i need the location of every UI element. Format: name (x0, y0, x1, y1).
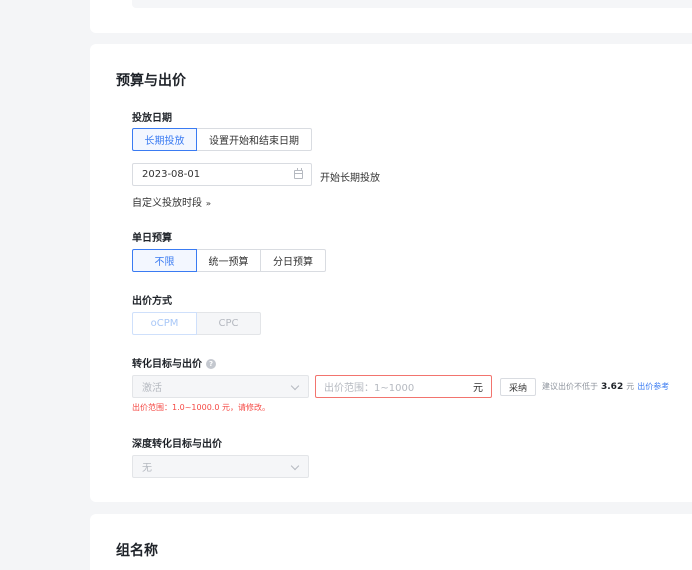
suggestion-unit: 元 (626, 382, 635, 391)
bid-price-unit: 元 (473, 383, 483, 394)
daily-budget-option-unlimited[interactable]: 不限 (132, 249, 197, 272)
question-icon[interactable]: ? (206, 359, 216, 369)
previous-section-field (132, 0, 692, 8)
daily-budget-option-daily[interactable]: 分日预算 (260, 249, 326, 272)
adopt-button[interactable]: 采纳 (500, 378, 537, 396)
group-name-card: 组名称 (90, 514, 692, 570)
conversion-target-value: 激活 (142, 383, 162, 394)
custom-period-toggle[interactable]: 自定义投放时段» (132, 194, 211, 209)
schedule-option-long-term[interactable]: 长期投放 (132, 128, 197, 151)
double-chevron-down-icon: » (205, 199, 212, 208)
start-note: 开始长期投放 (320, 173, 380, 184)
bid-method-label: 出价方式 (132, 296, 172, 307)
daily-budget-segmented: 不限 统一预算 分日预算 (132, 249, 326, 272)
start-date-value: 2023-08-01 (142, 169, 201, 180)
calendar-icon (294, 168, 303, 179)
chevron-down-icon (290, 461, 300, 471)
schedule-option-date-range[interactable]: 设置开始和结束日期 (196, 128, 312, 151)
deep-conversion-select[interactable]: 无 (132, 455, 309, 478)
previous-section-card (90, 0, 692, 33)
budget-section-title: 预算与出价 (116, 73, 186, 89)
bid-price-placeholder: 出价范围：1~1000 (324, 383, 415, 394)
conversion-label-text: 转化目标与出价 (132, 359, 202, 370)
suggestion-value: 3.62 (601, 381, 624, 392)
bid-method-option-cpc[interactable]: CPC (196, 312, 261, 335)
suggestion-prefix: 建议出价不低于 (542, 382, 598, 391)
custom-period-label: 自定义投放时段 (132, 198, 202, 209)
daily-budget-label: 单日预算 (132, 233, 172, 244)
bid-method-segmented: oCPM CPC (132, 312, 261, 335)
bid-method-option-ocpm[interactable]: oCPM (132, 312, 197, 335)
conversion-target-select[interactable]: 激活 (132, 375, 309, 398)
schedule-label: 投放日期 (132, 113, 172, 124)
bid-reference-link[interactable]: 出价参考 (637, 381, 669, 392)
daily-budget-option-uniform[interactable]: 统一预算 (196, 249, 261, 272)
schedule-segmented: 长期投放 设置开始和结束日期 (132, 128, 312, 151)
start-date-input[interactable]: 2023-08-01 (132, 163, 312, 186)
bid-price-input[interactable]: 出价范围：1~1000 元 (315, 375, 492, 398)
bid-error-message: 出价范围：1.0~1000.0 元，请修改。 (132, 403, 270, 412)
deep-conversion-value: 无 (142, 463, 152, 474)
bid-suggestion: 建议出价不低于 3.62 元 出价参考 (542, 381, 669, 392)
deep-conversion-label: 深度转化目标与出价 (132, 439, 222, 450)
chevron-down-icon (290, 381, 300, 391)
budget-bid-card: 预算与出价 投放日期 长期投放 设置开始和结束日期 2023-08-01 开始长… (90, 44, 692, 502)
conversion-label: 转化目标与出价? (132, 355, 216, 370)
group-section-title: 组名称 (116, 543, 158, 559)
